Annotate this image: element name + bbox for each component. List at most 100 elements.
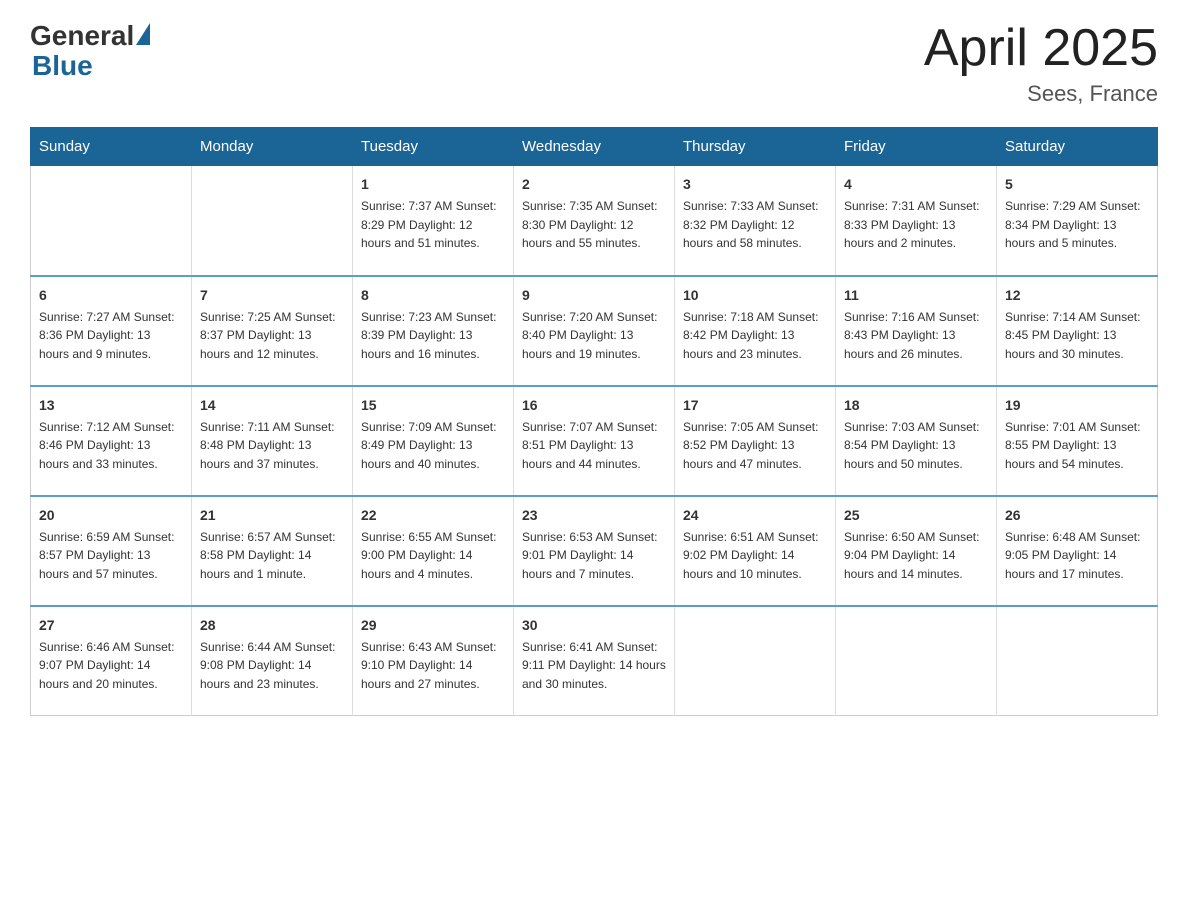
- day-number: 17: [683, 395, 827, 416]
- week-row-1: 1Sunrise: 7:37 AM Sunset: 8:29 PM Daylig…: [31, 166, 1158, 276]
- calendar-cell: 3Sunrise: 7:33 AM Sunset: 8:32 PM Daylig…: [675, 166, 836, 276]
- day-number: 4: [844, 174, 988, 195]
- header-sunday: Sunday: [31, 128, 192, 166]
- calendar-cell: 27Sunrise: 6:46 AM Sunset: 9:07 PM Dayli…: [31, 606, 192, 716]
- location-subtitle: Sees, France: [924, 81, 1158, 107]
- calendar-header-row: SundayMondayTuesdayWednesdayThursdayFrid…: [31, 128, 1158, 166]
- day-number: 12: [1005, 285, 1149, 306]
- week-row-5: 27Sunrise: 6:46 AM Sunset: 9:07 PM Dayli…: [31, 606, 1158, 716]
- calendar-cell: 21Sunrise: 6:57 AM Sunset: 8:58 PM Dayli…: [192, 496, 353, 606]
- week-row-4: 20Sunrise: 6:59 AM Sunset: 8:57 PM Dayli…: [31, 496, 1158, 606]
- header-monday: Monday: [192, 128, 353, 166]
- calendar-cell: 14Sunrise: 7:11 AM Sunset: 8:48 PM Dayli…: [192, 386, 353, 496]
- logo: General Blue: [30, 20, 150, 82]
- day-info: Sunrise: 6:55 AM Sunset: 9:00 PM Dayligh…: [361, 528, 505, 584]
- day-number: 28: [200, 615, 344, 636]
- day-number: 8: [361, 285, 505, 306]
- day-number: 7: [200, 285, 344, 306]
- calendar-cell: [675, 606, 836, 716]
- day-info: Sunrise: 6:41 AM Sunset: 9:11 PM Dayligh…: [522, 638, 666, 694]
- calendar-cell: 23Sunrise: 6:53 AM Sunset: 9:01 PM Dayli…: [514, 496, 675, 606]
- day-number: 6: [39, 285, 183, 306]
- header-saturday: Saturday: [997, 128, 1158, 166]
- calendar-cell: 19Sunrise: 7:01 AM Sunset: 8:55 PM Dayli…: [997, 386, 1158, 496]
- day-number: 16: [522, 395, 666, 416]
- calendar-cell: 10Sunrise: 7:18 AM Sunset: 8:42 PM Dayli…: [675, 276, 836, 386]
- day-info: Sunrise: 7:35 AM Sunset: 8:30 PM Dayligh…: [522, 197, 666, 253]
- day-number: 26: [1005, 505, 1149, 526]
- page-header: General Blue April 2025 Sees, France: [30, 20, 1158, 107]
- calendar-cell: 17Sunrise: 7:05 AM Sunset: 8:52 PM Dayli…: [675, 386, 836, 496]
- day-number: 3: [683, 174, 827, 195]
- calendar-cell: 26Sunrise: 6:48 AM Sunset: 9:05 PM Dayli…: [997, 496, 1158, 606]
- day-info: Sunrise: 7:07 AM Sunset: 8:51 PM Dayligh…: [522, 418, 666, 474]
- week-row-3: 13Sunrise: 7:12 AM Sunset: 8:46 PM Dayli…: [31, 386, 1158, 496]
- calendar-cell: 5Sunrise: 7:29 AM Sunset: 8:34 PM Daylig…: [997, 166, 1158, 276]
- calendar-cell: [836, 606, 997, 716]
- day-number: 1: [361, 174, 505, 195]
- calendar-cell: 6Sunrise: 7:27 AM Sunset: 8:36 PM Daylig…: [31, 276, 192, 386]
- calendar-cell: 13Sunrise: 7:12 AM Sunset: 8:46 PM Dayli…: [31, 386, 192, 496]
- calendar-cell: [997, 606, 1158, 716]
- calendar-cell: 25Sunrise: 6:50 AM Sunset: 9:04 PM Dayli…: [836, 496, 997, 606]
- calendar-cell: 30Sunrise: 6:41 AM Sunset: 9:11 PM Dayli…: [514, 606, 675, 716]
- calendar-cell: 22Sunrise: 6:55 AM Sunset: 9:00 PM Dayli…: [353, 496, 514, 606]
- day-info: Sunrise: 7:01 AM Sunset: 8:55 PM Dayligh…: [1005, 418, 1149, 474]
- day-number: 2: [522, 174, 666, 195]
- day-info: Sunrise: 7:09 AM Sunset: 8:49 PM Dayligh…: [361, 418, 505, 474]
- day-info: Sunrise: 7:37 AM Sunset: 8:29 PM Dayligh…: [361, 197, 505, 253]
- day-info: Sunrise: 6:59 AM Sunset: 8:57 PM Dayligh…: [39, 528, 183, 584]
- day-number: 11: [844, 285, 988, 306]
- day-info: Sunrise: 6:43 AM Sunset: 9:10 PM Dayligh…: [361, 638, 505, 694]
- header-thursday: Thursday: [675, 128, 836, 166]
- day-number: 13: [39, 395, 183, 416]
- day-number: 21: [200, 505, 344, 526]
- day-info: Sunrise: 6:50 AM Sunset: 9:04 PM Dayligh…: [844, 528, 988, 584]
- logo-triangle-icon: [136, 23, 150, 45]
- calendar-cell: 7Sunrise: 7:25 AM Sunset: 8:37 PM Daylig…: [192, 276, 353, 386]
- day-number: 9: [522, 285, 666, 306]
- month-year-title: April 2025: [924, 20, 1158, 77]
- calendar-cell: [192, 166, 353, 276]
- logo-blue-text: Blue: [32, 50, 93, 82]
- day-info: Sunrise: 7:25 AM Sunset: 8:37 PM Dayligh…: [200, 308, 344, 364]
- calendar-cell: 18Sunrise: 7:03 AM Sunset: 8:54 PM Dayli…: [836, 386, 997, 496]
- calendar-cell: 15Sunrise: 7:09 AM Sunset: 8:49 PM Dayli…: [353, 386, 514, 496]
- week-row-2: 6Sunrise: 7:27 AM Sunset: 8:36 PM Daylig…: [31, 276, 1158, 386]
- day-info: Sunrise: 7:05 AM Sunset: 8:52 PM Dayligh…: [683, 418, 827, 474]
- logo-general-text: General: [30, 20, 134, 52]
- day-number: 5: [1005, 174, 1149, 195]
- calendar-cell: 12Sunrise: 7:14 AM Sunset: 8:45 PM Dayli…: [997, 276, 1158, 386]
- day-number: 29: [361, 615, 505, 636]
- calendar-cell: 11Sunrise: 7:16 AM Sunset: 8:43 PM Dayli…: [836, 276, 997, 386]
- header-friday: Friday: [836, 128, 997, 166]
- calendar-table: SundayMondayTuesdayWednesdayThursdayFrid…: [30, 127, 1158, 716]
- day-info: Sunrise: 7:11 AM Sunset: 8:48 PM Dayligh…: [200, 418, 344, 474]
- calendar-cell: 9Sunrise: 7:20 AM Sunset: 8:40 PM Daylig…: [514, 276, 675, 386]
- day-info: Sunrise: 6:44 AM Sunset: 9:08 PM Dayligh…: [200, 638, 344, 694]
- day-number: 22: [361, 505, 505, 526]
- calendar-cell: [31, 166, 192, 276]
- day-info: Sunrise: 7:18 AM Sunset: 8:42 PM Dayligh…: [683, 308, 827, 364]
- day-number: 24: [683, 505, 827, 526]
- day-number: 27: [39, 615, 183, 636]
- day-info: Sunrise: 7:27 AM Sunset: 8:36 PM Dayligh…: [39, 308, 183, 364]
- day-number: 19: [1005, 395, 1149, 416]
- calendar-cell: 20Sunrise: 6:59 AM Sunset: 8:57 PM Dayli…: [31, 496, 192, 606]
- day-info: Sunrise: 6:53 AM Sunset: 9:01 PM Dayligh…: [522, 528, 666, 584]
- day-number: 14: [200, 395, 344, 416]
- day-info: Sunrise: 7:33 AM Sunset: 8:32 PM Dayligh…: [683, 197, 827, 253]
- calendar-cell: 4Sunrise: 7:31 AM Sunset: 8:33 PM Daylig…: [836, 166, 997, 276]
- calendar-cell: 28Sunrise: 6:44 AM Sunset: 9:08 PM Dayli…: [192, 606, 353, 716]
- day-info: Sunrise: 7:14 AM Sunset: 8:45 PM Dayligh…: [1005, 308, 1149, 364]
- day-info: Sunrise: 6:48 AM Sunset: 9:05 PM Dayligh…: [1005, 528, 1149, 584]
- day-info: Sunrise: 7:03 AM Sunset: 8:54 PM Dayligh…: [844, 418, 988, 474]
- day-number: 15: [361, 395, 505, 416]
- day-number: 30: [522, 615, 666, 636]
- day-info: Sunrise: 7:29 AM Sunset: 8:34 PM Dayligh…: [1005, 197, 1149, 253]
- day-info: Sunrise: 6:51 AM Sunset: 9:02 PM Dayligh…: [683, 528, 827, 584]
- day-info: Sunrise: 6:57 AM Sunset: 8:58 PM Dayligh…: [200, 528, 344, 584]
- day-number: 20: [39, 505, 183, 526]
- calendar-cell: 1Sunrise: 7:37 AM Sunset: 8:29 PM Daylig…: [353, 166, 514, 276]
- day-number: 10: [683, 285, 827, 306]
